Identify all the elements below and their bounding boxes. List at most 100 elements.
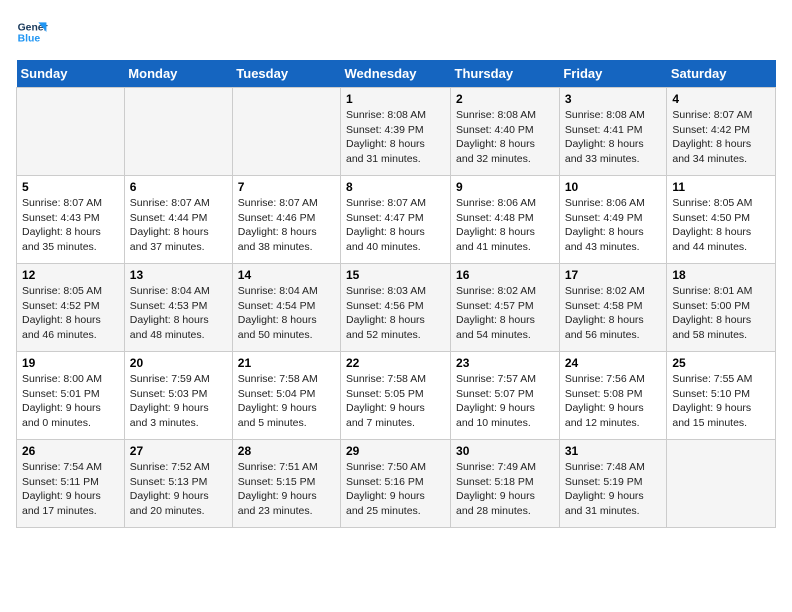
calendar-cell: 24 Sunrise: 7:56 AM Sunset: 5:08 PM Dayli…	[559, 352, 667, 440]
day-info: Sunrise: 7:49 AM Sunset: 5:18 PM Dayligh…	[456, 460, 554, 519]
day-info: Sunrise: 8:06 AM Sunset: 4:48 PM Dayligh…	[456, 196, 554, 255]
day-info: Sunrise: 8:07 AM Sunset: 4:47 PM Dayligh…	[346, 196, 445, 255]
day-number: 23	[456, 356, 554, 370]
day-info: Sunrise: 7:54 AM Sunset: 5:11 PM Dayligh…	[22, 460, 119, 519]
calendar-cell: 23 Sunrise: 7:57 AM Sunset: 5:07 PM Dayli…	[451, 352, 560, 440]
calendar-cell	[667, 440, 776, 528]
calendar-cell: 11 Sunrise: 8:05 AM Sunset: 4:50 PM Dayli…	[667, 176, 776, 264]
day-info: Sunrise: 8:05 AM Sunset: 4:52 PM Dayligh…	[22, 284, 119, 343]
calendar-cell: 9Sunrise: 8:06 AM Sunset: 4:48 PM Daylig…	[451, 176, 560, 264]
calendar-cell: 15 Sunrise: 8:03 AM Sunset: 4:56 PM Dayli…	[341, 264, 451, 352]
calendar-week-row: 12 Sunrise: 8:05 AM Sunset: 4:52 PM Dayli…	[17, 264, 776, 352]
day-number: 31	[565, 444, 662, 458]
day-info: Sunrise: 8:08 AM Sunset: 4:41 PM Dayligh…	[565, 108, 662, 167]
calendar-cell	[124, 88, 232, 176]
weekday-header: Monday	[124, 60, 232, 88]
weekday-header: Wednesday	[341, 60, 451, 88]
calendar-cell: 20Sunrise: 7:59 AM Sunset: 5:03 PM Dayli…	[124, 352, 232, 440]
calendar-cell: 22 Sunrise: 7:58 AM Sunset: 5:05 PM Dayli…	[341, 352, 451, 440]
calendar-cell: 31 Sunrise: 7:48 AM Sunset: 5:19 PM Dayli…	[559, 440, 667, 528]
day-info: Sunrise: 8:07 AM Sunset: 4:42 PM Dayligh…	[672, 108, 770, 167]
day-number: 21	[238, 356, 335, 370]
day-number: 4	[672, 92, 770, 106]
day-number: 8	[346, 180, 445, 194]
day-info: Sunrise: 8:07 AM Sunset: 4:44 PM Dayligh…	[130, 196, 227, 255]
day-info: Sunrise: 7:58 AM Sunset: 5:05 PM Dayligh…	[346, 372, 445, 431]
calendar-cell: 4 Sunrise: 8:07 AM Sunset: 4:42 PM Daylig…	[667, 88, 776, 176]
day-number: 7	[238, 180, 335, 194]
day-number: 1	[346, 92, 445, 106]
day-info: Sunrise: 8:04 AM Sunset: 4:53 PM Dayligh…	[130, 284, 227, 343]
day-info: Sunrise: 8:02 AM Sunset: 4:58 PM Dayligh…	[565, 284, 662, 343]
day-number: 6	[130, 180, 227, 194]
calendar-cell: 30 Sunrise: 7:49 AM Sunset: 5:18 PM Dayli…	[451, 440, 560, 528]
day-info: Sunrise: 8:04 AM Sunset: 4:54 PM Dayligh…	[238, 284, 335, 343]
day-info: Sunrise: 7:50 AM Sunset: 5:16 PM Dayligh…	[346, 460, 445, 519]
day-info: Sunrise: 7:52 AM Sunset: 5:13 PM Dayligh…	[130, 460, 227, 519]
day-number: 19	[22, 356, 119, 370]
day-number: 16	[456, 268, 554, 282]
day-info: Sunrise: 7:55 AM Sunset: 5:10 PM Dayligh…	[672, 372, 770, 431]
day-number: 30	[456, 444, 554, 458]
calendar-cell: 7 Sunrise: 8:07 AM Sunset: 4:46 PM Daylig…	[232, 176, 340, 264]
calendar-cell: 18Sunrise: 8:01 AM Sunset: 5:00 PM Dayli…	[667, 264, 776, 352]
day-info: Sunrise: 8:07 AM Sunset: 4:43 PM Dayligh…	[22, 196, 119, 255]
calendar-week-row: 5 Sunrise: 8:07 AM Sunset: 4:43 PM Daylig…	[17, 176, 776, 264]
calendar-cell: 16 Sunrise: 8:02 AM Sunset: 4:57 PM Dayli…	[451, 264, 560, 352]
calendar-cell: 6 Sunrise: 8:07 AM Sunset: 4:44 PM Daylig…	[124, 176, 232, 264]
weekday-header: Sunday	[17, 60, 125, 88]
day-info: Sunrise: 8:00 AM Sunset: 5:01 PM Dayligh…	[22, 372, 119, 431]
day-info: Sunrise: 7:48 AM Sunset: 5:19 PM Dayligh…	[565, 460, 662, 519]
weekday-header: Saturday	[667, 60, 776, 88]
day-number: 3	[565, 92, 662, 106]
day-number: 26	[22, 444, 119, 458]
calendar-week-row: 19 Sunrise: 8:00 AM Sunset: 5:01 PM Dayli…	[17, 352, 776, 440]
day-number: 22	[346, 356, 445, 370]
logo-icon: General Blue	[16, 16, 48, 48]
logo: General Blue	[16, 16, 52, 48]
day-number: 10	[565, 180, 662, 194]
day-info: Sunrise: 8:01 AM Sunset: 5:00 PM Dayligh…	[672, 284, 770, 343]
calendar-cell	[232, 88, 340, 176]
day-number: 17	[565, 268, 662, 282]
day-number: 12	[22, 268, 119, 282]
day-number: 14	[238, 268, 335, 282]
day-number: 28	[238, 444, 335, 458]
day-info: Sunrise: 7:56 AM Sunset: 5:08 PM Dayligh…	[565, 372, 662, 431]
page-header: General Blue	[16, 16, 776, 48]
day-number: 27	[130, 444, 227, 458]
day-info: Sunrise: 8:07 AM Sunset: 4:46 PM Dayligh…	[238, 196, 335, 255]
calendar-cell: 2Sunrise: 8:08 AM Sunset: 4:40 PM Daylig…	[451, 88, 560, 176]
calendar-cell: 26 Sunrise: 7:54 AM Sunset: 5:11 PM Dayli…	[17, 440, 125, 528]
calendar-cell: 27 Sunrise: 7:52 AM Sunset: 5:13 PM Dayli…	[124, 440, 232, 528]
day-info: Sunrise: 7:58 AM Sunset: 5:04 PM Dayligh…	[238, 372, 335, 431]
day-info: Sunrise: 7:57 AM Sunset: 5:07 PM Dayligh…	[456, 372, 554, 431]
calendar-week-row: 26 Sunrise: 7:54 AM Sunset: 5:11 PM Dayli…	[17, 440, 776, 528]
calendar-cell: 21 Sunrise: 7:58 AM Sunset: 5:04 PM Dayli…	[232, 352, 340, 440]
calendar-cell: 25Sunrise: 7:55 AM Sunset: 5:10 PM Dayli…	[667, 352, 776, 440]
calendar-cell: 12 Sunrise: 8:05 AM Sunset: 4:52 PM Dayli…	[17, 264, 125, 352]
weekday-header: Thursday	[451, 60, 560, 88]
weekday-header: Tuesday	[232, 60, 340, 88]
day-number: 29	[346, 444, 445, 458]
day-number: 15	[346, 268, 445, 282]
calendar-table: SundayMondayTuesdayWednesdayThursdayFrid…	[16, 60, 776, 528]
calendar-cell: 5 Sunrise: 8:07 AM Sunset: 4:43 PM Daylig…	[17, 176, 125, 264]
calendar-cell: 13 Sunrise: 8:04 AM Sunset: 4:53 PM Dayli…	[124, 264, 232, 352]
day-number: 5	[22, 180, 119, 194]
calendar-cell: 3 Sunrise: 8:08 AM Sunset: 4:41 PM Daylig…	[559, 88, 667, 176]
calendar-cell: 1Sunrise: 8:08 AM Sunset: 4:39 PM Daylig…	[341, 88, 451, 176]
day-info: Sunrise: 8:03 AM Sunset: 4:56 PM Dayligh…	[346, 284, 445, 343]
weekday-header: Friday	[559, 60, 667, 88]
day-number: 11	[672, 180, 770, 194]
calendar-cell: 10 Sunrise: 8:06 AM Sunset: 4:49 PM Dayli…	[559, 176, 667, 264]
day-info: Sunrise: 8:05 AM Sunset: 4:50 PM Dayligh…	[672, 196, 770, 255]
calendar-cell: 28Sunrise: 7:51 AM Sunset: 5:15 PM Dayli…	[232, 440, 340, 528]
day-info: Sunrise: 8:02 AM Sunset: 4:57 PM Dayligh…	[456, 284, 554, 343]
calendar-cell: 17 Sunrise: 8:02 AM Sunset: 4:58 PM Dayli…	[559, 264, 667, 352]
day-info: Sunrise: 8:08 AM Sunset: 4:40 PM Dayligh…	[456, 108, 554, 167]
day-info: Sunrise: 7:59 AM Sunset: 5:03 PM Dayligh…	[130, 372, 227, 431]
day-number: 13	[130, 268, 227, 282]
day-info: Sunrise: 8:06 AM Sunset: 4:49 PM Dayligh…	[565, 196, 662, 255]
day-number: 24	[565, 356, 662, 370]
